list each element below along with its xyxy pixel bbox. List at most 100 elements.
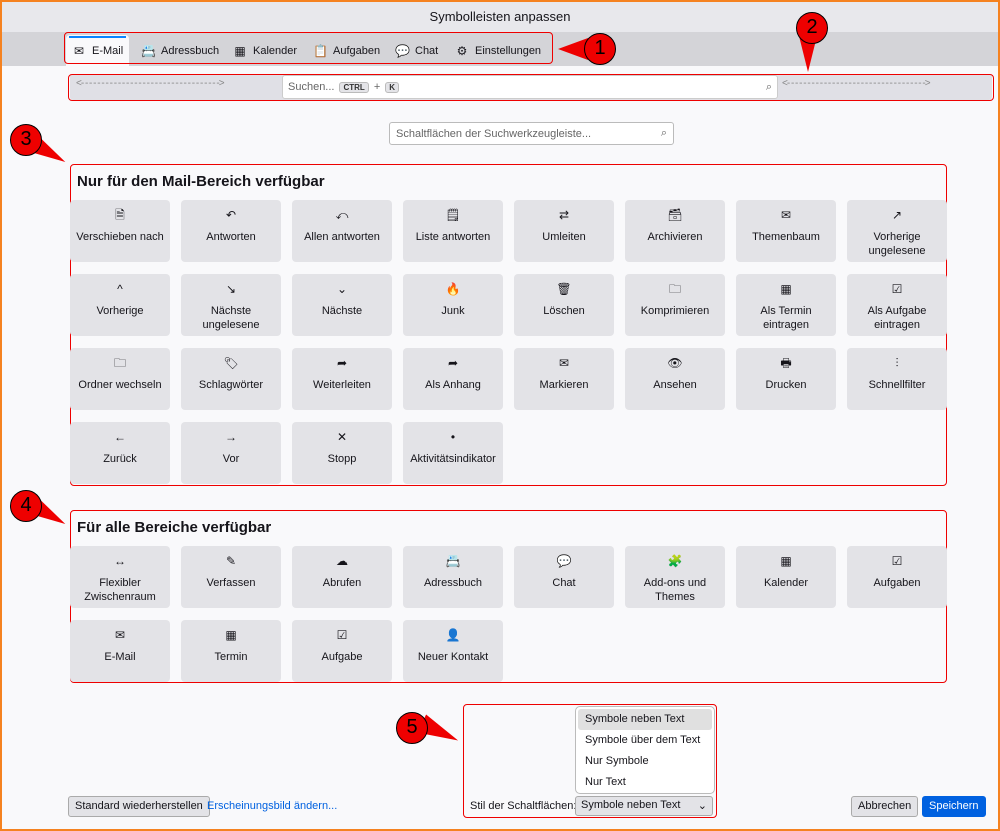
annotation-marker-4: 4 [10,490,42,522]
toolbar-button-tile[interactable]: 👤 Neuer Kontakt [403,620,503,682]
button-label: Verfassen [206,577,256,589]
annotation-marker-2: 2 [796,12,828,44]
button-icon: ☑ [336,628,348,642]
toolbar-button-tile[interactable]: 🧩 Add-ons und Themes [625,546,725,608]
toolbar-button-tile[interactable]: ⇄ Umleiten [514,200,614,262]
button-label: Schnellfilter [868,379,926,391]
button-icon: 🏷 [223,356,239,370]
toolbar-button-tile[interactable]: ➦ Weiterleiten [292,348,392,410]
style-dropdown-list: Symbole neben Text Symbole über dem Text… [575,706,715,794]
button-icon: ▦ [780,554,792,568]
button-icon: ^ [117,282,123,296]
button-label: Archivieren [647,231,703,243]
toolbar-button-tile[interactable]: ☑ Aufgaben [847,546,947,608]
style-option[interactable]: Symbole neben Text [578,709,712,730]
button-icon: ↘ [225,282,237,296]
button-icon: ✉ [558,356,570,370]
button-icon: 🗒 [445,208,461,222]
button-label: Vorherige [96,305,144,317]
button-label: Nächste [321,305,363,317]
save-button[interactable]: Speichern [922,796,986,817]
button-icon: ➦ [336,356,348,370]
button-label: Ansehen [653,379,697,391]
style-option[interactable]: Nur Symbole [578,751,712,772]
toolbar-button-tile[interactable]: ☑ Als Aufgabe eintragen [847,274,947,336]
style-label: Stil der Schaltflächen: [470,800,577,812]
button-label: Junk [441,305,465,317]
toolbar-button-tile[interactable]: ✎ Verfassen [181,546,281,608]
toolbar-button-tile[interactable]: 📇 Adressbuch [403,546,503,608]
toolbar-button-tile[interactable]: • Aktivitätsindikator [403,422,503,484]
button-filter-input[interactable]: Schaltflächen der Suchwerkzeugleiste... … [389,122,674,145]
button-label: Aufgabe [321,651,363,663]
button-icon: 🗀 [113,356,126,370]
toolbar-button-tile[interactable]: 🗑 Löschen [514,274,614,336]
style-option[interactable]: Symbole über dem Text [578,730,712,751]
button-label: Stopp [327,453,357,465]
restore-defaults-button[interactable]: Standard wiederherstellen [68,796,210,817]
button-icon: ⤺ [335,208,349,222]
toolbar-button-tile[interactable]: 🗀 Komprimieren [625,274,725,336]
button-label: Flexibler Zwischenraum [84,577,156,603]
toolbar-button-tile[interactable]: 🖶 Drucken [736,348,836,410]
toolbar-button-tile[interactable]: ↘ Nächste ungelesene [181,274,281,336]
annotation-box-1 [64,32,553,64]
button-icon: ↗ [891,208,903,222]
toolbar-button-tile[interactable]: ⌄ Nächste [292,274,392,336]
toolbar-button-tile[interactable]: ✉ Themenbaum [736,200,836,262]
button-label: Liste antworten [415,231,491,243]
button-label: Abrufen [322,577,362,589]
button-icon: ← [114,430,126,444]
toolbar-button-tile[interactable]: ✉ E-Mail [70,620,170,682]
button-label: Chat [552,577,576,589]
style-option[interactable]: Nur Text [578,772,712,793]
all-section-title: Für alle Bereiche verfügbar [77,519,272,536]
toolbar-button-tile[interactable]: ✉ Markieren [514,348,614,410]
toolbar-button-tile[interactable]: ⫶ Schnellfilter [847,348,947,410]
button-label: Themenbaum [752,231,820,243]
button-icon: 🗎 [115,208,125,222]
button-icon: ↔ [114,554,126,568]
button-label: Allen antworten [304,231,380,243]
cancel-button[interactable]: Abbrechen [851,796,919,817]
button-label: Nächste ungelesene [202,305,260,331]
button-label: Als Anhang [425,379,481,391]
toolbar-button-tile[interactable]: ^ Vorherige [70,274,170,336]
toolbar-button-tile[interactable]: ▦ Termin [181,620,281,682]
toolbar-button-tile[interactable]: 🗃 Archivieren [625,200,725,262]
toolbar-button-tile[interactable]: ☑ Aufgabe [292,620,392,682]
button-icon: → [225,430,237,444]
toolbar-button-tile[interactable]: 👁 Ansehen [625,348,725,410]
toolbar-button-tile[interactable]: ▦ Als Termin eintragen [736,274,836,336]
annotation-marker-3: 3 [10,124,42,156]
toolbar-button-tile[interactable]: ↔ Flexibler Zwischenraum [70,546,170,608]
button-icon: ☑ [891,554,903,568]
button-label: Aufgaben [873,577,921,589]
toolbar-button-tile[interactable]: 🔥 Junk [403,274,503,336]
toolbar-button-tile[interactable]: 🗎 Verschieben nach [70,200,170,262]
button-label: Zurück [103,453,137,465]
toolbar-button-tile[interactable]: ➦ Als Anhang [403,348,503,410]
toolbar-button-tile[interactable]: ↗ Vorherige ungelesene [847,200,947,262]
style-select-value: Symbole neben Text [581,799,681,811]
style-select[interactable]: Symbole neben Text ⌄ [575,796,713,816]
toolbar-button-tile[interactable]: ▦ Kalender [736,546,836,608]
toolbar-button-tile[interactable]: 🗀 Ordner wechseln [70,348,170,410]
toolbar-button-tile[interactable]: 💬 Chat [514,546,614,608]
button-label: Vorherige ungelesene [868,231,926,257]
toolbar-button-tile[interactable]: 🗒 Liste antworten [403,200,503,262]
button-icon: 👁 [667,356,683,370]
toolbar-button-tile[interactable]: → Vor [181,422,281,484]
toolbar-button-tile[interactable]: 🏷 Schlagwörter [181,348,281,410]
toolbar-button-tile[interactable]: ☁ Abrufen [292,546,392,608]
toolbar-button-tile[interactable]: ↶ Antworten [181,200,281,262]
button-icon: 🧩 [667,554,683,568]
button-icon: • [450,430,456,444]
button-label: Ordner wechseln [78,379,162,391]
toolbar-button-tile[interactable]: ← Zurück [70,422,170,484]
mail-section-title: Nur für den Mail-Bereich verfügbar [77,173,325,190]
button-icon: ✉ [780,208,792,222]
change-appearance-link[interactable]: Erscheinungsbild ändern... [207,800,337,812]
toolbar-button-tile[interactable]: ⤺ Allen antworten [292,200,392,262]
toolbar-button-tile[interactable]: ✕ Stopp [292,422,392,484]
